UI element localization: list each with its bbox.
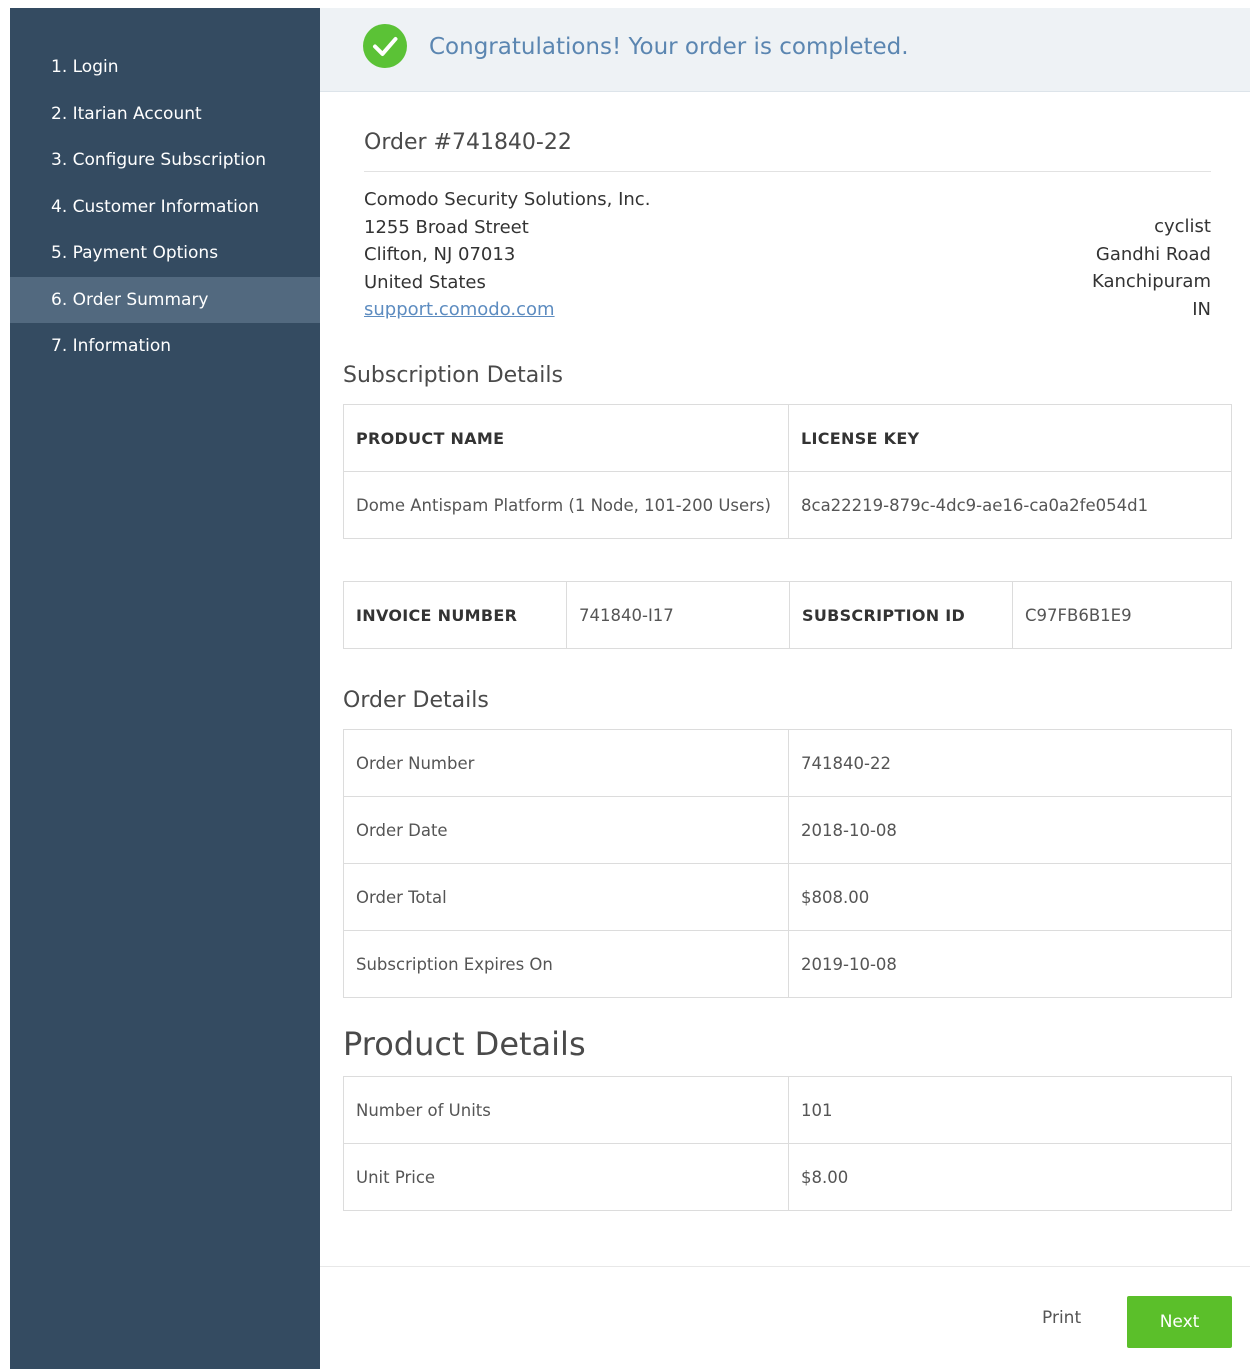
product-details-title: Product Details: [343, 1025, 586, 1063]
subscription-details-table: PRODUCT NAME LICENSE KEY Dome Antispam P…: [343, 404, 1232, 539]
seller-city: Clifton, NJ 07013: [364, 244, 516, 265]
customer-country: IN: [1192, 298, 1211, 320]
unit-price-label: Unit Price: [343, 1143, 789, 1211]
table-row: Order Number 741840-22: [343, 729, 1232, 797]
table-row: PRODUCT NAME LICENSE KEY: [343, 404, 1232, 472]
order-details-table: Order Number 741840-22 Order Date 2018-1…: [343, 729, 1232, 998]
success-message: Congratulations! Your order is completed…: [429, 34, 909, 60]
seller-company: Comodo Security Solutions, Inc.: [364, 189, 651, 210]
invoice-number-label: INVOICE NUMBER: [343, 581, 567, 649]
order-number-label: Order Number: [343, 729, 789, 797]
subscription-id-value: C97FB6B1E9: [1012, 581, 1232, 649]
customer-address: cyclist Gandhi Road Kanchipuram IN: [1092, 213, 1211, 323]
table-row: Subscription Expires On 2019-10-08: [343, 930, 1232, 998]
sidebar-item-information[interactable]: 7. Information: [10, 323, 320, 370]
invoice-number-value: 741840-I17: [566, 581, 790, 649]
table-row: Order Total $808.00: [343, 863, 1232, 931]
number-of-units-label: Number of Units: [343, 1076, 789, 1144]
success-banner: Congratulations! Your order is completed…: [320, 8, 1250, 92]
order-date-value: 2018-10-08: [788, 796, 1232, 864]
license-key-value: 8ca22219-879c-4dc9-ae16-ca0a2fe054d1: [788, 471, 1232, 539]
product-name-header: PRODUCT NAME: [343, 404, 789, 472]
sidebar-nav: 1. Login 2. Itarian Account 3. Configure…: [10, 8, 320, 1369]
order-details-title: Order Details: [343, 688, 489, 713]
table-row: Order Date 2018-10-08: [343, 796, 1232, 864]
next-button[interactable]: Next: [1127, 1296, 1232, 1348]
seller-country: United States: [364, 271, 486, 293]
main-content: Congratulations! Your order is completed…: [320, 8, 1250, 1369]
order-number-value: 741840-22: [788, 729, 1232, 797]
subscription-details-title: Subscription Details: [343, 363, 563, 388]
order-total-label: Order Total: [343, 863, 789, 931]
print-button[interactable]: Print: [1042, 1308, 1081, 1328]
customer-city: Kanchipuram: [1091, 271, 1211, 292]
product-name-value: Dome Antispam Platform (1 Node, 101-200 …: [343, 471, 789, 539]
unit-price-value: $8.00: [788, 1143, 1232, 1211]
seller-street: 1255 Broad Street: [364, 216, 529, 238]
step-list: 1. Login 2. Itarian Account 3. Configure…: [10, 8, 320, 370]
table-row: Unit Price $8.00: [343, 1143, 1232, 1211]
check-circle-icon: [363, 24, 407, 68]
table-row: Dome Antispam Platform (1 Node, 101-200 …: [343, 471, 1232, 539]
product-details-table: Number of Units 101 Unit Price $8.00: [343, 1076, 1232, 1211]
sidebar-item-order-summary[interactable]: 6. Order Summary: [10, 276, 320, 323]
subscription-id-label: SUBSCRIPTION ID: [789, 581, 1013, 649]
order-date-label: Order Date: [343, 796, 789, 864]
table-row: INVOICE NUMBER 741840-I17 SUBSCRIPTION I…: [343, 581, 1232, 649]
customer-street: Gandhi Road: [1095, 243, 1211, 265]
footer-divider: [320, 1266, 1250, 1267]
sidebar-item-itarian-account[interactable]: 2. Itarian Account: [10, 91, 320, 138]
support-link[interactable]: support.comodo.com: [364, 299, 555, 320]
sidebar-item-customer-information[interactable]: 4. Customer Information: [10, 184, 320, 231]
invoice-table: INVOICE NUMBER 741840-I17 SUBSCRIPTION I…: [343, 581, 1232, 649]
table-row: Number of Units 101: [343, 1076, 1232, 1144]
order-title: Order #741840-22: [364, 130, 572, 155]
seller-address: Comodo Security Solutions, Inc. 1255 Bro…: [364, 186, 650, 324]
order-total-value: $808.00: [788, 863, 1232, 931]
subscription-expires-value: 2019-10-08: [788, 930, 1232, 998]
customer-name: cyclist: [1154, 216, 1211, 237]
divider: [364, 171, 1211, 172]
sidebar-item-login[interactable]: 1. Login: [10, 44, 320, 91]
number-of-units-value: 101: [788, 1076, 1232, 1144]
license-key-header: LICENSE KEY: [788, 404, 1232, 472]
sidebar-item-configure-subscription[interactable]: 3. Configure Subscription: [10, 137, 320, 184]
subscription-expires-label: Subscription Expires On: [343, 930, 789, 998]
sidebar-item-payment-options[interactable]: 5. Payment Options: [10, 230, 320, 277]
